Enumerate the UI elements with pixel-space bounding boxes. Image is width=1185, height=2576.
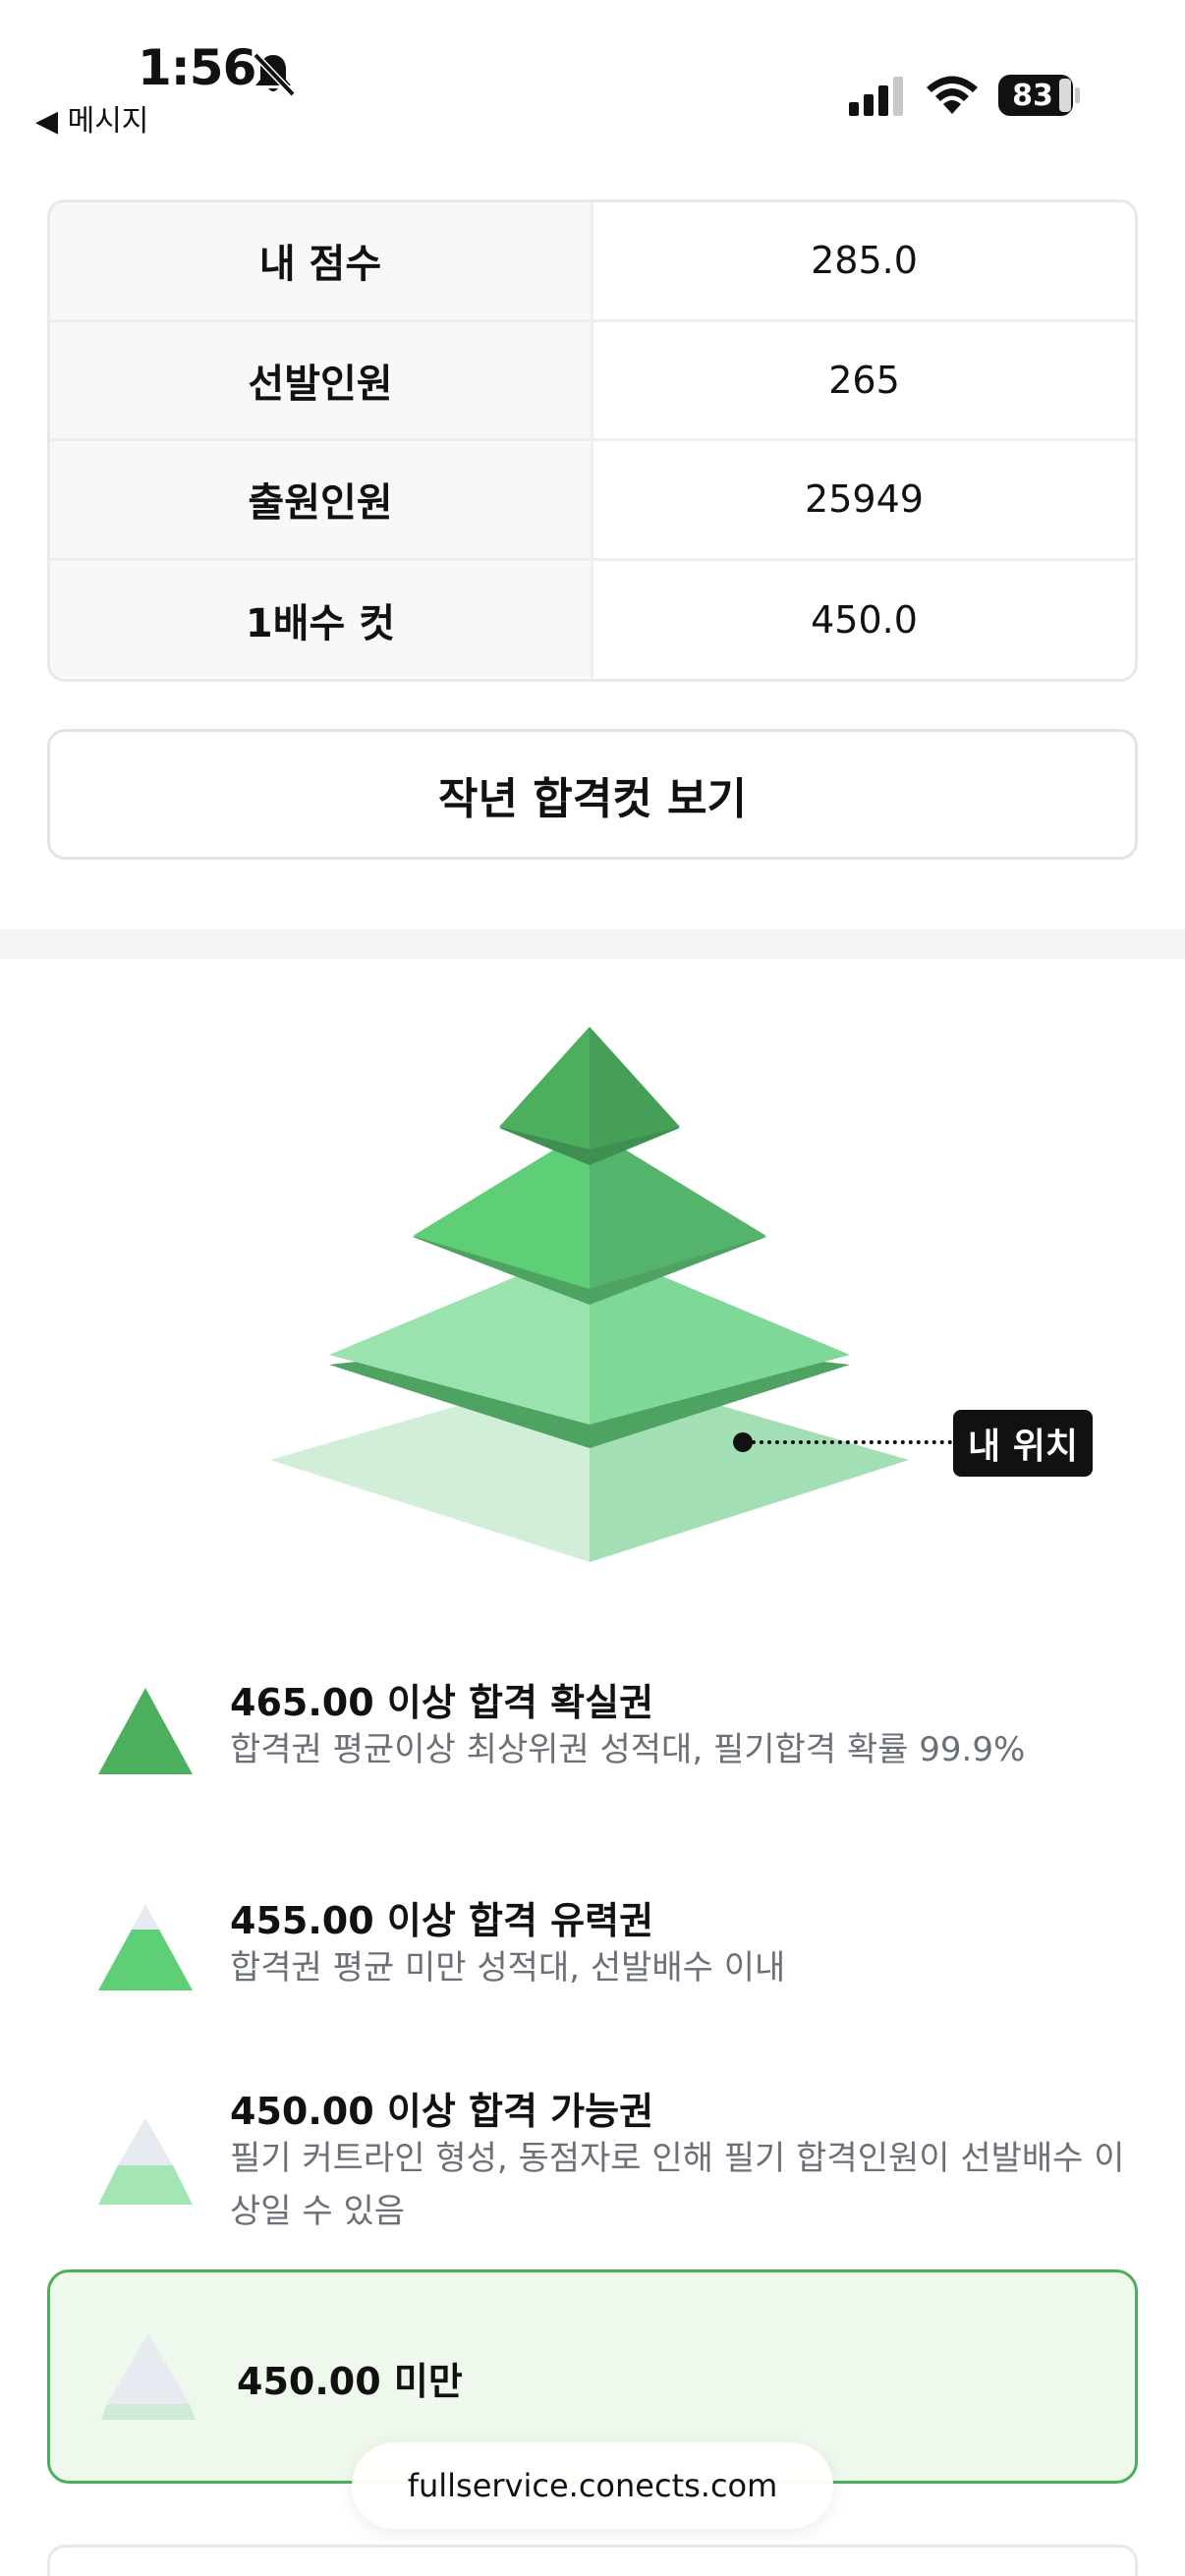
row-label: 1배수 컷 (50, 560, 593, 679)
pyramid-top-tier-icon (98, 1688, 193, 1774)
row-label: 선발인원 (50, 321, 593, 438)
legend-title: 450.00 이상 합격 가능권 (230, 2090, 654, 2133)
row-label: 내 점수 (50, 202, 593, 319)
clock: 1:56 (138, 39, 256, 96)
pyramid-second-tier-icon (98, 1904, 193, 1990)
view-last-year-cutoff-button[interactable]: 작년 합격컷 보기 (47, 729, 1138, 860)
my-position-label: 내 위치 (953, 1410, 1093, 1477)
table-row: 출원인원 25949 (50, 441, 1135, 561)
score-summary-table: 내 점수 285.0 선발인원 265 출원인원 25949 1배수 컷 450… (47, 199, 1138, 682)
battery-level: 83 (1012, 78, 1053, 113)
url-bar[interactable]: fullservice.conects.com (352, 2442, 833, 2529)
section-divider (0, 929, 1185, 959)
legend-description: 필기 커트라인 형성, 동점자로 인해 필기 합격인원이 선발배수 이상일 수 … (230, 2139, 1125, 2231)
table-row: 1배수 컷 450.0 (50, 560, 1135, 679)
row-value: 450.0 (811, 598, 918, 643)
legend-item-second-tier: 455.00 이상 합격 유력권 합격권 평균 미만 성적대, 선발배수 이내 (47, 1886, 1138, 2024)
table-row: 내 점수 285.0 (50, 202, 1135, 322)
battery-indicator: 83 (998, 73, 1081, 118)
legend-title: 465.00 이상 합격 확실권 (230, 1681, 654, 1724)
legend-title: 450.00 미만 (237, 2360, 463, 2403)
pyramid-third-tier-icon (98, 2118, 193, 2205)
table-row: 선발인원 265 (50, 321, 1135, 441)
legend-title: 455.00 이상 합격 유력권 (230, 1899, 654, 1942)
row-value: 265 (828, 358, 900, 402)
bell-muted-icon (253, 52, 296, 97)
cellular-signal-icon (849, 77, 903, 116)
score-tier-pyramid (270, 1027, 909, 1562)
back-to-messages-link[interactable]: ◀ 메시지 (35, 96, 148, 140)
legend-item-third-tier: 450.00 이상 합격 가능권 필기 커트라인 형성, 동점자로 인해 필기 … (47, 2075, 1138, 2252)
row-value: 285.0 (811, 239, 918, 283)
legend-description: 합격권 평균이상 최상위권 성적대, 필기합격 확률 99.9% (230, 1730, 1026, 1769)
wifi-icon (927, 76, 978, 114)
my-position-pointer-line (744, 1440, 952, 1444)
next-section-card (47, 2545, 1138, 2576)
status-bar: 1:56 ◀ 메시지 83 (0, 0, 1185, 147)
legend-description: 합격권 평균 미만 성적대, 선발배수 이내 (230, 1948, 786, 1988)
my-position-marker (733, 1432, 753, 1452)
row-value: 25949 (805, 477, 924, 522)
row-label: 출원인원 (50, 441, 593, 558)
pyramid-base-tier-icon (101, 2333, 196, 2420)
legend-item-top-tier: 465.00 이상 합격 확실권 합격권 평균이상 최상위권 성적대, 필기합격… (47, 1670, 1138, 1808)
